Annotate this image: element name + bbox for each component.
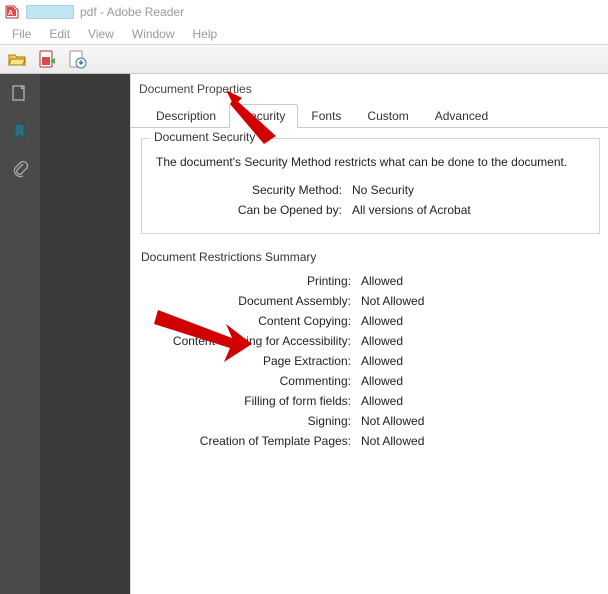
opened-by-label: Can be Opened by:: [152, 203, 352, 217]
restriction-label: Content Copying:: [141, 314, 361, 328]
security-description: The document's Security Method restricts…: [156, 155, 589, 169]
restriction-value: Allowed: [361, 374, 403, 388]
tab-description[interactable]: Description: [143, 104, 229, 128]
restriction-label: Page Extraction:: [141, 354, 361, 368]
restriction-label: Printing:: [141, 274, 361, 288]
restriction-label: Commenting:: [141, 374, 361, 388]
restriction-value: Not Allowed: [361, 294, 424, 308]
document-properties-dialog: Document Properties Description Security…: [130, 74, 608, 594]
tab-custom[interactable]: Custom: [354, 104, 421, 128]
open-icon[interactable]: [6, 48, 28, 70]
svg-text:A: A: [8, 10, 13, 17]
restriction-label: Content Copying for Accessibility:: [141, 334, 361, 348]
menu-window[interactable]: Window: [124, 25, 183, 43]
convert-pdf-icon[interactable]: [36, 48, 58, 70]
restriction-value: Allowed: [361, 354, 403, 368]
tab-security[interactable]: Security: [229, 104, 298, 128]
security-method-label: Security Method:: [152, 183, 352, 197]
restriction-label: Signing:: [141, 414, 361, 428]
restriction-value: Not Allowed: [361, 434, 424, 448]
adobe-reader-icon: A: [4, 4, 20, 20]
security-method-value: No Security: [352, 183, 414, 197]
menu-help[interactable]: Help: [185, 25, 226, 43]
menu-bar: File Edit View Window Help: [0, 24, 608, 44]
save-icon[interactable]: [66, 48, 88, 70]
attachment-icon[interactable]: [10, 160, 30, 180]
menu-file[interactable]: File: [4, 25, 39, 43]
toolbar: [0, 44, 608, 74]
menu-view[interactable]: View: [80, 25, 122, 43]
restriction-label: Filling of form fields:: [141, 394, 361, 408]
restriction-value: Allowed: [361, 274, 403, 288]
dialog-title: Document Properties: [131, 78, 608, 104]
title-bar: A pdf - Adobe Reader: [0, 0, 608, 24]
window-title: pdf - Adobe Reader: [80, 5, 184, 19]
tab-strip: Description Security Fonts Custom Advanc…: [131, 104, 608, 128]
restrictions-title: Document Restrictions Summary: [141, 250, 600, 264]
document-thumbnail-icon: [26, 5, 74, 19]
document-area: [40, 74, 130, 594]
navigation-pane: [0, 74, 40, 594]
page-thumbnails-icon[interactable]: [10, 84, 30, 104]
restriction-value: Allowed: [361, 314, 403, 328]
menu-edit[interactable]: Edit: [41, 25, 78, 43]
document-security-legend: Document Security: [150, 130, 259, 144]
restrictions-section: Document Restrictions Summary Printing:A…: [141, 250, 600, 448]
restriction-label: Document Assembly:: [141, 294, 361, 308]
document-security-fieldset: Document Security The document's Securit…: [141, 138, 600, 234]
opened-by-value: All versions of Acrobat: [352, 203, 471, 217]
restriction-label: Creation of Template Pages:: [141, 434, 361, 448]
tab-advanced[interactable]: Advanced: [422, 104, 501, 128]
bookmark-icon[interactable]: [10, 122, 30, 142]
restriction-value: Not Allowed: [361, 414, 424, 428]
tab-fonts[interactable]: Fonts: [298, 104, 354, 128]
restriction-value: Allowed: [361, 334, 403, 348]
restriction-value: Allowed: [361, 394, 403, 408]
